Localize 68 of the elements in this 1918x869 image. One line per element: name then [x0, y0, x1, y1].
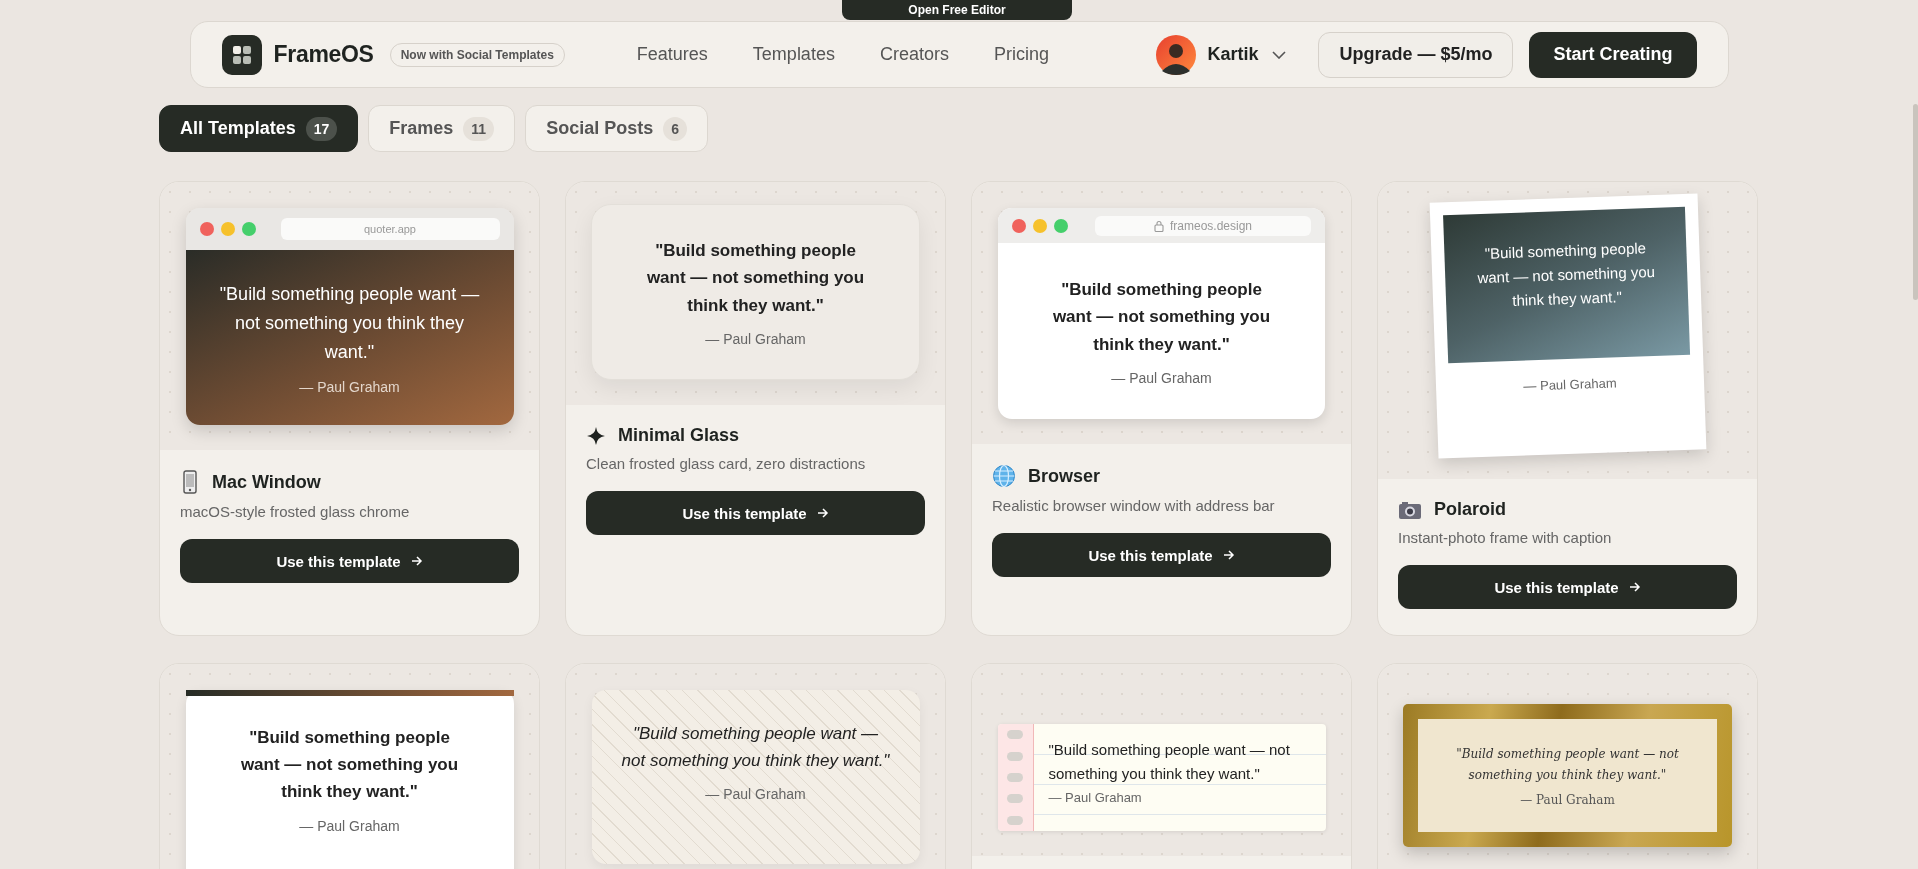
close-dot — [199, 222, 214, 236]
nav-link[interactable]: Templates — [752, 44, 835, 65]
scrollbar-thumb[interactable] — [1913, 104, 1918, 300]
quote-author: — Paul Graham — [1048, 790, 1143, 805]
filter-tab[interactable]: All Templates 17 — [159, 105, 359, 152]
quote-author: — Paul Graham — [704, 786, 807, 803]
quote-text: "Build something people want — not something you think they want." — [1475, 238, 1656, 311]
nav-link[interactable]: Features — [636, 44, 708, 65]
brand-name: FrameOS — [273, 41, 374, 68]
nav-link[interactable]: Pricing — [993, 44, 1049, 65]
url-text: frameos.design — [1169, 218, 1252, 233]
binder-hole — [1007, 730, 1023, 740]
quote-author: — Paul Graham — [1521, 374, 1618, 396]
quote-author: — Paul Graham — [1519, 792, 1616, 807]
start-creating-button[interactable]: Start Creating — [1529, 31, 1697, 78]
quote-author: — Paul Graham — [1110, 369, 1213, 386]
quote-text: "Build something people want — not something you think they want." — [1051, 279, 1272, 356]
maximize-dot — [241, 222, 256, 236]
quote-text: "Build something people want — not something you think they want." — [1455, 746, 1680, 784]
template-description: Realistic browser window with address bar — [992, 497, 1276, 514]
camera-icon — [1398, 499, 1422, 520]
template-title: Browser — [1028, 465, 1101, 487]
filter-tab[interactable]: Social Posts 6 — [525, 105, 708, 152]
template-title: Polaroid — [1434, 499, 1506, 520]
binder-hole — [1007, 772, 1023, 782]
lock-icon — [1153, 219, 1164, 232]
quote-author: — Paul Graham — [298, 817, 401, 834]
quote-text: "Build something people want — not something you think they want." — [645, 240, 866, 317]
minimize-dot — [1033, 218, 1047, 233]
template-title: Minimal Glass — [618, 425, 740, 446]
minimize-dot — [220, 222, 235, 236]
close-dot — [1012, 218, 1026, 233]
nav-link[interactable]: Creators — [879, 44, 949, 65]
quote-text: "Build something people want — not something you think they want." — [239, 727, 460, 804]
filter-tab[interactable]: Frames 11 — [368, 105, 516, 152]
arrow-right-icon — [816, 508, 829, 518]
open-editor-button[interactable]: Open Free Editor — [842, 0, 1072, 20]
quote-text: "Build something people want — not something you think they want." — [621, 723, 890, 773]
arrow-right-icon — [1222, 550, 1235, 560]
use-template-button[interactable]: Use this template — [992, 533, 1331, 577]
binder-hole — [1007, 751, 1023, 761]
quote-text: "Build something people want — not something you think they want." — [1048, 740, 1291, 784]
use-template-button[interactable]: Use this template — [1398, 565, 1737, 609]
arrow-right-icon — [410, 556, 423, 566]
chevron-down-icon[interactable] — [1272, 50, 1287, 59]
template-description: Clean frosted glass card, zero distractions — [586, 455, 867, 472]
quote-author: — Paul Graham — [704, 330, 807, 347]
quote-text: "Build something people want — not something you think they want." — [218, 283, 481, 364]
logo-icon — [221, 34, 262, 75]
maximize-dot — [1054, 218, 1068, 233]
count-badge: 11 — [463, 116, 495, 141]
count-badge: 17 — [305, 116, 338, 141]
avatar[interactable] — [1156, 34, 1197, 75]
binder-hole — [1007, 794, 1023, 804]
template-title: Mac Window — [212, 471, 321, 493]
globe-icon — [992, 464, 1016, 488]
upgrade-button[interactable]: Upgrade — $5/mo — [1318, 31, 1514, 78]
address-bar: quoter.app — [280, 218, 500, 240]
user-name[interactable]: Kartik — [1207, 44, 1259, 65]
quote-author: — Paul Graham — [298, 378, 401, 395]
use-template-button[interactable]: Use this template — [180, 539, 519, 583]
template-description: macOS-style frosted glass chrome — [180, 503, 411, 520]
template-description: Instant-photo frame with caption — [1398, 529, 1613, 546]
binder-hole — [1007, 815, 1023, 825]
count-badge: 6 — [663, 116, 687, 141]
arrow-right-icon — [1628, 582, 1641, 592]
use-template-button[interactable]: Use this template — [586, 491, 925, 535]
phone-icon — [180, 470, 200, 494]
